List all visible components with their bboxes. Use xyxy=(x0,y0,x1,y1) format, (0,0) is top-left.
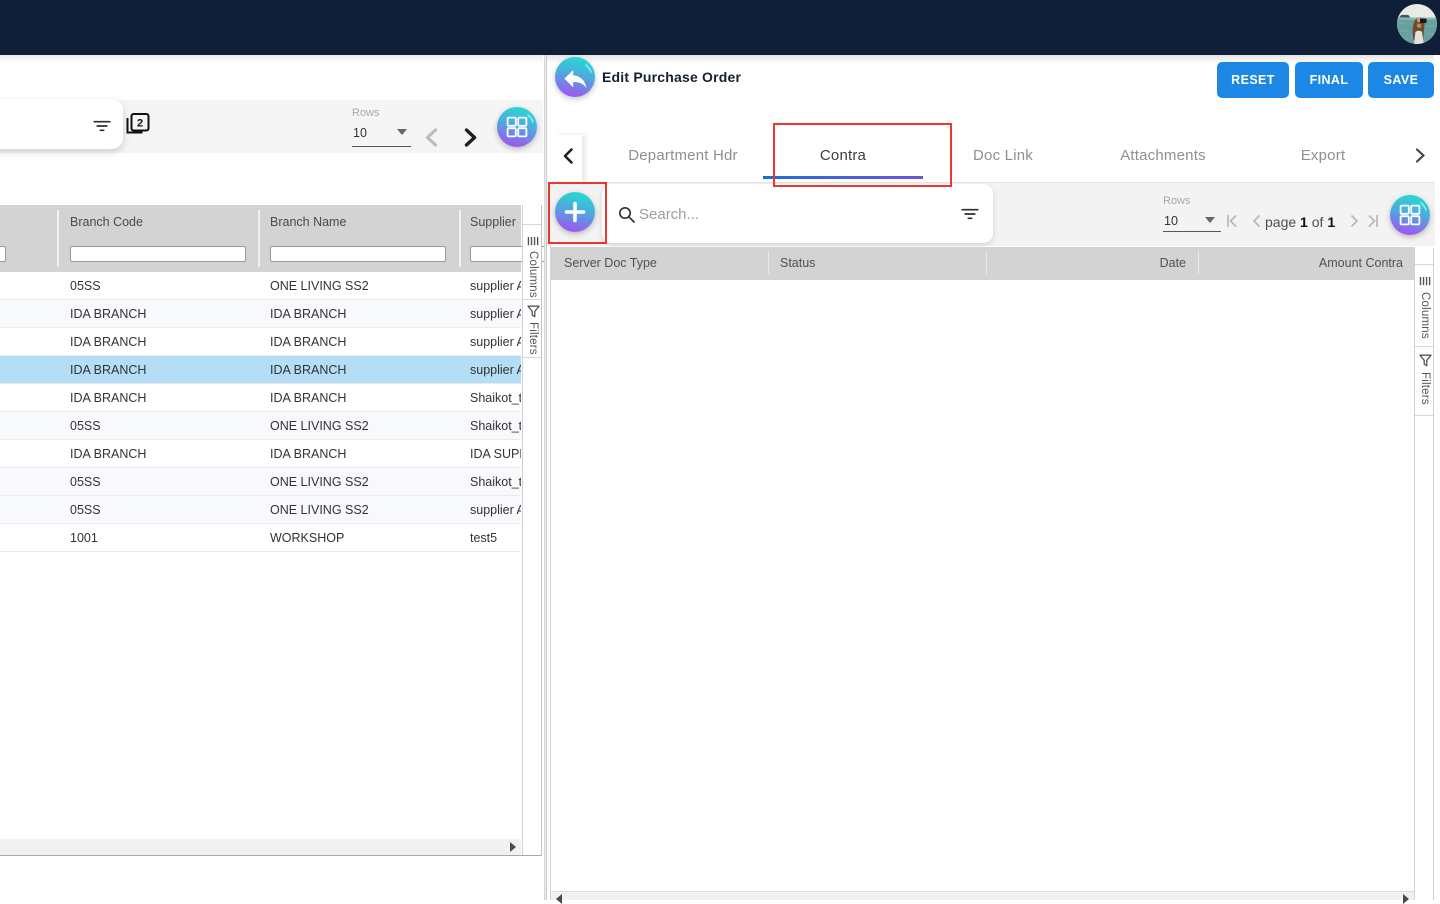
svg-text:2: 2 xyxy=(137,118,143,130)
